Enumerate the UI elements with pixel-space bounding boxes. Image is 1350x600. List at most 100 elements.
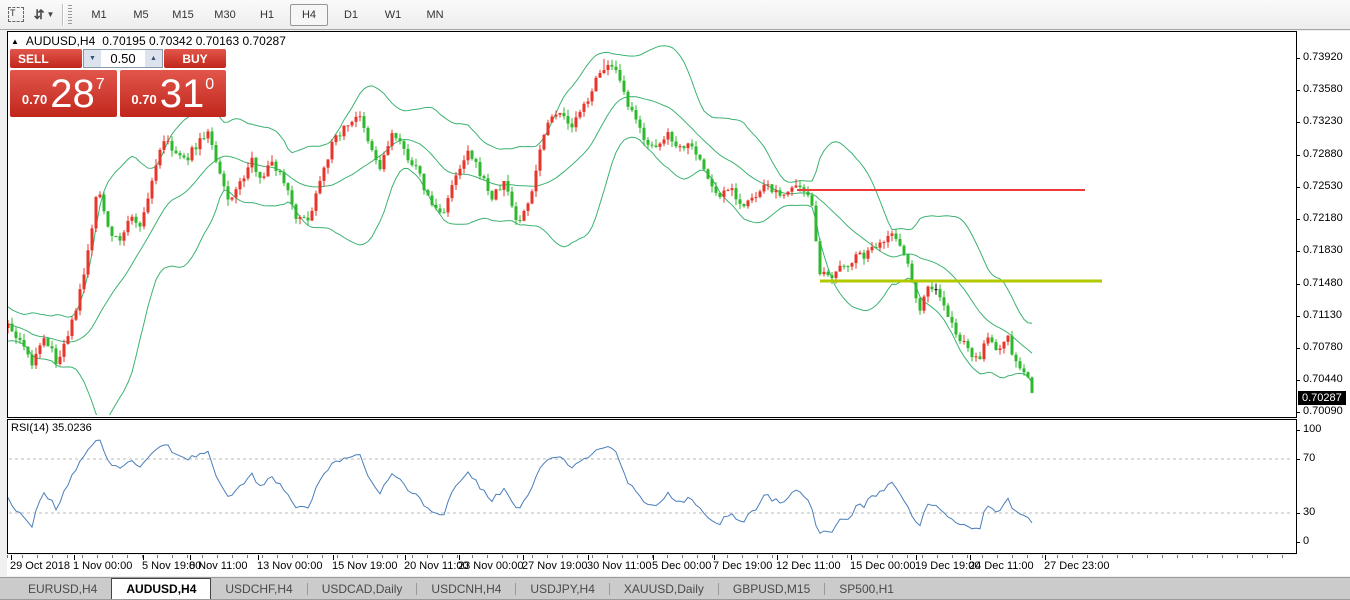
- price-tick: [1296, 155, 1300, 156]
- price-tick-label: 0.70780: [1303, 341, 1343, 353]
- time-axis[interactable]: 29 Oct 20181 Nov 00:005 Nov 19:008 Nov 1…: [7, 555, 1350, 576]
- time-tick-label: 8 Nov 11:00: [189, 560, 248, 572]
- timeframe-m1[interactable]: M1: [80, 4, 118, 26]
- cursor-select-icon: T: [8, 7, 24, 22]
- price-tick: [1296, 348, 1300, 349]
- chart-tab-bar: EURUSD,H4AUDUSD,H4USDCHF,H4USDCAD,DailyU…: [0, 577, 1350, 600]
- rsi-tick: [1296, 459, 1300, 460]
- tab-xauusd-daily[interactable]: XAUUSD,Daily: [610, 578, 718, 599]
- tab-gbpusd-m15[interactable]: GBPUSD,M15: [719, 578, 824, 599]
- rsi-tick-label: 0: [1303, 535, 1309, 547]
- price-tick: [1296, 90, 1300, 91]
- time-tick-label: 7 Dec 19:00: [713, 560, 772, 572]
- sell-button[interactable]: SELL: [10, 49, 82, 68]
- price-tick: [1296, 122, 1300, 123]
- sell-price-button[interactable]: 0.70 28 7: [10, 70, 117, 117]
- price-tick-label: 0.73230: [1303, 115, 1343, 127]
- tab-eurusd-h4[interactable]: EURUSD,H4: [14, 578, 111, 599]
- buy-price-prefix: 0.70: [131, 92, 156, 107]
- sell-price-pip: 7: [96, 76, 105, 94]
- price-tick-label: 0.70090: [1303, 405, 1343, 417]
- current-price-badge: 0.70287: [1298, 391, 1346, 405]
- chart-pane[interactable]: ▲ AUDUSD,H4 0.70195 0.70342 0.70163 0.70…: [7, 31, 1297, 418]
- price-tick-label: 0.73580: [1303, 83, 1343, 95]
- price-tick: [1296, 187, 1300, 188]
- price-tick: [1296, 284, 1300, 285]
- rsi-tick: [1296, 513, 1300, 514]
- time-tick-label: 13 Nov 00:00: [257, 560, 322, 572]
- rsi-tick: [1296, 430, 1300, 431]
- time-tick-label: 23 Nov 00:00: [458, 560, 523, 572]
- time-tick-label: 1 Nov 00:00: [73, 560, 132, 572]
- price-tick: [1296, 412, 1300, 413]
- price-tick: [1296, 380, 1300, 381]
- price-tick: [1296, 58, 1300, 59]
- time-tick-label: 27 Nov 19:00: [522, 560, 587, 572]
- buy-price-pip: 0: [205, 76, 214, 94]
- volume-control: ▼ ▲: [83, 49, 163, 68]
- timeframe-h4[interactable]: H4: [290, 4, 328, 26]
- tab-usdcnh-h4[interactable]: USDCNH,H4: [417, 578, 515, 599]
- arrange-charts-button[interactable]: ⇵ ▼: [32, 4, 56, 26]
- rsi-tick: [1296, 542, 1300, 543]
- sell-price-prefix: 0.70: [22, 92, 47, 107]
- price-tick-label: 0.72180: [1303, 212, 1343, 224]
- timeframe-mn[interactable]: MN: [416, 4, 454, 26]
- cursor-select-button[interactable]: T: [4, 4, 28, 26]
- tab-usdchf-h4[interactable]: USDCHF,H4: [211, 578, 306, 599]
- price-tick: [1296, 219, 1300, 220]
- horizontal-lines-layer[interactable]: [797, 190, 1102, 281]
- rsi-label: RSI(14) 35.0236: [11, 422, 92, 434]
- buy-price-button[interactable]: 0.70 31 0: [120, 70, 227, 117]
- rsi-chart[interactable]: [8, 420, 1294, 551]
- one-click-trade-panel: SELL ▼ ▲ BUY 0.70 28 7 0.70 31 0: [10, 49, 226, 117]
- price-tick-label: 0.71830: [1303, 244, 1343, 256]
- ohlc-values: 0.70195 0.70342 0.70163 0.70287: [102, 34, 286, 48]
- tab-sp500-h1[interactable]: SP500,H1: [825, 578, 908, 599]
- volume-input[interactable]: [101, 50, 145, 67]
- price-tick: [1296, 316, 1300, 317]
- time-tick-label: 15 Dec 00:00: [850, 560, 915, 572]
- rsi-tick-label: 30: [1303, 506, 1315, 518]
- timeframe-d1[interactable]: D1: [332, 4, 370, 26]
- tab-usdcad-daily[interactable]: USDCAD,Daily: [308, 578, 417, 599]
- timeframe-h1[interactable]: H1: [248, 4, 286, 26]
- rsi-tick-label: 70: [1303, 452, 1315, 464]
- rsi-line: [8, 440, 1032, 533]
- time-axis-minor-ticks: [7, 555, 1295, 558]
- arrange-charts-icon: ⇵: [34, 7, 45, 23]
- timeframe-m30[interactable]: M30: [206, 4, 244, 26]
- time-tick-label: 24 Dec 11:00: [969, 560, 1034, 572]
- price-tick-label: 0.73920: [1303, 51, 1343, 63]
- time-tick-label: 5 Dec 00:00: [652, 560, 711, 572]
- dropdown-caret-icon: ▼: [46, 10, 54, 19]
- mt4-window: { "toolbar": { "icon_buttons": [ {"name"…: [0, 0, 1350, 600]
- buy-price-big: 31: [160, 74, 205, 114]
- price-tick-label: 0.70440: [1303, 373, 1343, 385]
- chart-header: ▲ AUDUSD,H4 0.70195 0.70342 0.70163 0.70…: [11, 34, 286, 48]
- price-tick-label: 0.72880: [1303, 148, 1343, 160]
- rsi-tick-label: 100: [1303, 423, 1321, 435]
- time-tick-label: 12 Dec 11:00: [776, 560, 841, 572]
- buy-button[interactable]: BUY: [164, 49, 226, 68]
- collapse-triangle-icon[interactable]: ▲: [11, 37, 19, 46]
- time-tick-label: 29 Oct 2018: [10, 560, 70, 572]
- price-tick-label: 0.72530: [1303, 180, 1343, 192]
- timeframe-group: M1M5M15M30H1H4D1W1MN: [78, 4, 456, 26]
- timeframe-m15[interactable]: M15: [164, 4, 202, 26]
- price-tick-label: 0.71130: [1303, 309, 1342, 321]
- price-axis[interactable]: 0.70287 0.73920 0.73580 0.73230 0.72880 0.72…: [1296, 31, 1350, 417]
- volume-increase-button[interactable]: ▲: [145, 50, 162, 67]
- tab-audusd-h4[interactable]: AUDUSD,H4: [111, 578, 211, 599]
- rsi-pane[interactable]: RSI(14) 35.0236: [7, 419, 1297, 554]
- chart-symbol-period: AUDUSD,H4: [26, 34, 95, 48]
- tab-usdjpy-h4[interactable]: USDJPY,H4: [516, 578, 608, 599]
- time-tick-label: 15 Nov 19:00: [332, 560, 397, 572]
- top-toolbar: T ⇵ ▼ M1M5M15M30H1H4D1W1MN: [0, 0, 1350, 30]
- volume-decrease-button[interactable]: ▼: [84, 50, 101, 67]
- timeframe-m5[interactable]: M5: [122, 4, 160, 26]
- rsi-axis: 100 70 30 0: [1296, 419, 1350, 554]
- toolbar-separator: [62, 4, 64, 26]
- toolbar-grip[interactable]: [68, 5, 72, 25]
- timeframe-w1[interactable]: W1: [374, 4, 412, 26]
